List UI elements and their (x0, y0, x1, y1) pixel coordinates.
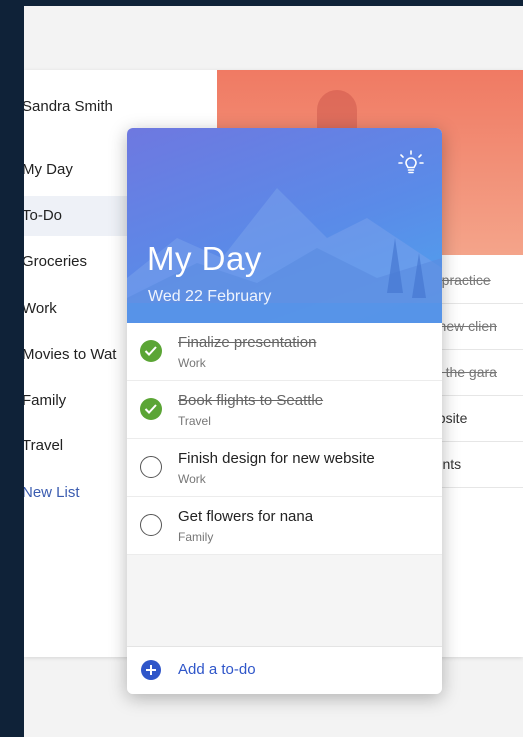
date-label: Wed 22 February (148, 288, 272, 305)
sidebar-item-label: Movies to Wat (24, 346, 117, 363)
task-list-name: Travel (178, 414, 211, 428)
task-list-name: Family (178, 530, 214, 544)
add-todo-label: Add a to-do (178, 661, 256, 678)
task-row[interactable]: Finish design for new website Work (127, 439, 442, 497)
sidebar-item-label: To-Do (24, 207, 63, 224)
task-title: Book flights to Seattle (178, 392, 324, 409)
completed-checkbox[interactable] (140, 340, 162, 362)
lightbulb-icon[interactable] (396, 148, 426, 178)
task-title: Get flowers for nana (178, 508, 314, 525)
card-header: My Day Wed 22 February (127, 128, 442, 323)
task-title: Finalize presentation (178, 334, 317, 351)
task-checkbox[interactable] (140, 456, 162, 478)
task-checkbox[interactable] (140, 514, 162, 536)
app-canvas: Sandra Smith My Day To-Do Groceries Work… (24, 6, 523, 737)
sidebar-item-label: Family (24, 392, 67, 409)
sidebar-item-label: Work (24, 300, 57, 317)
task-list-name: Work (178, 472, 206, 486)
task-row[interactable]: Get flowers for nana Family (127, 497, 442, 555)
my-day-card: My Day Wed 22 February Finalize presenta… (127, 128, 442, 694)
sidebar-item-label: Groceries (24, 253, 88, 270)
task-list: Finalize presentation Work Book flights … (127, 323, 442, 555)
add-todo-button[interactable]: Add a to-do (127, 646, 442, 694)
new-list-label: New List (24, 484, 80, 501)
checkmark-icon (144, 404, 157, 414)
checkmark-icon (144, 346, 157, 356)
sidebar-item-label: My Day (24, 161, 73, 178)
completed-checkbox[interactable] (140, 398, 162, 420)
sidebar-item-label: Travel (24, 437, 64, 454)
user-name[interactable]: Sandra Smith (24, 98, 113, 115)
plus-circle-icon (141, 660, 161, 680)
task-list-name: Work (178, 356, 206, 370)
page-title: My Day (147, 240, 262, 277)
task-title: Finish design for new website (178, 450, 375, 467)
task-row[interactable]: Book flights to Seattle Travel (127, 381, 442, 439)
task-row[interactable]: Finalize presentation Work (127, 323, 442, 381)
